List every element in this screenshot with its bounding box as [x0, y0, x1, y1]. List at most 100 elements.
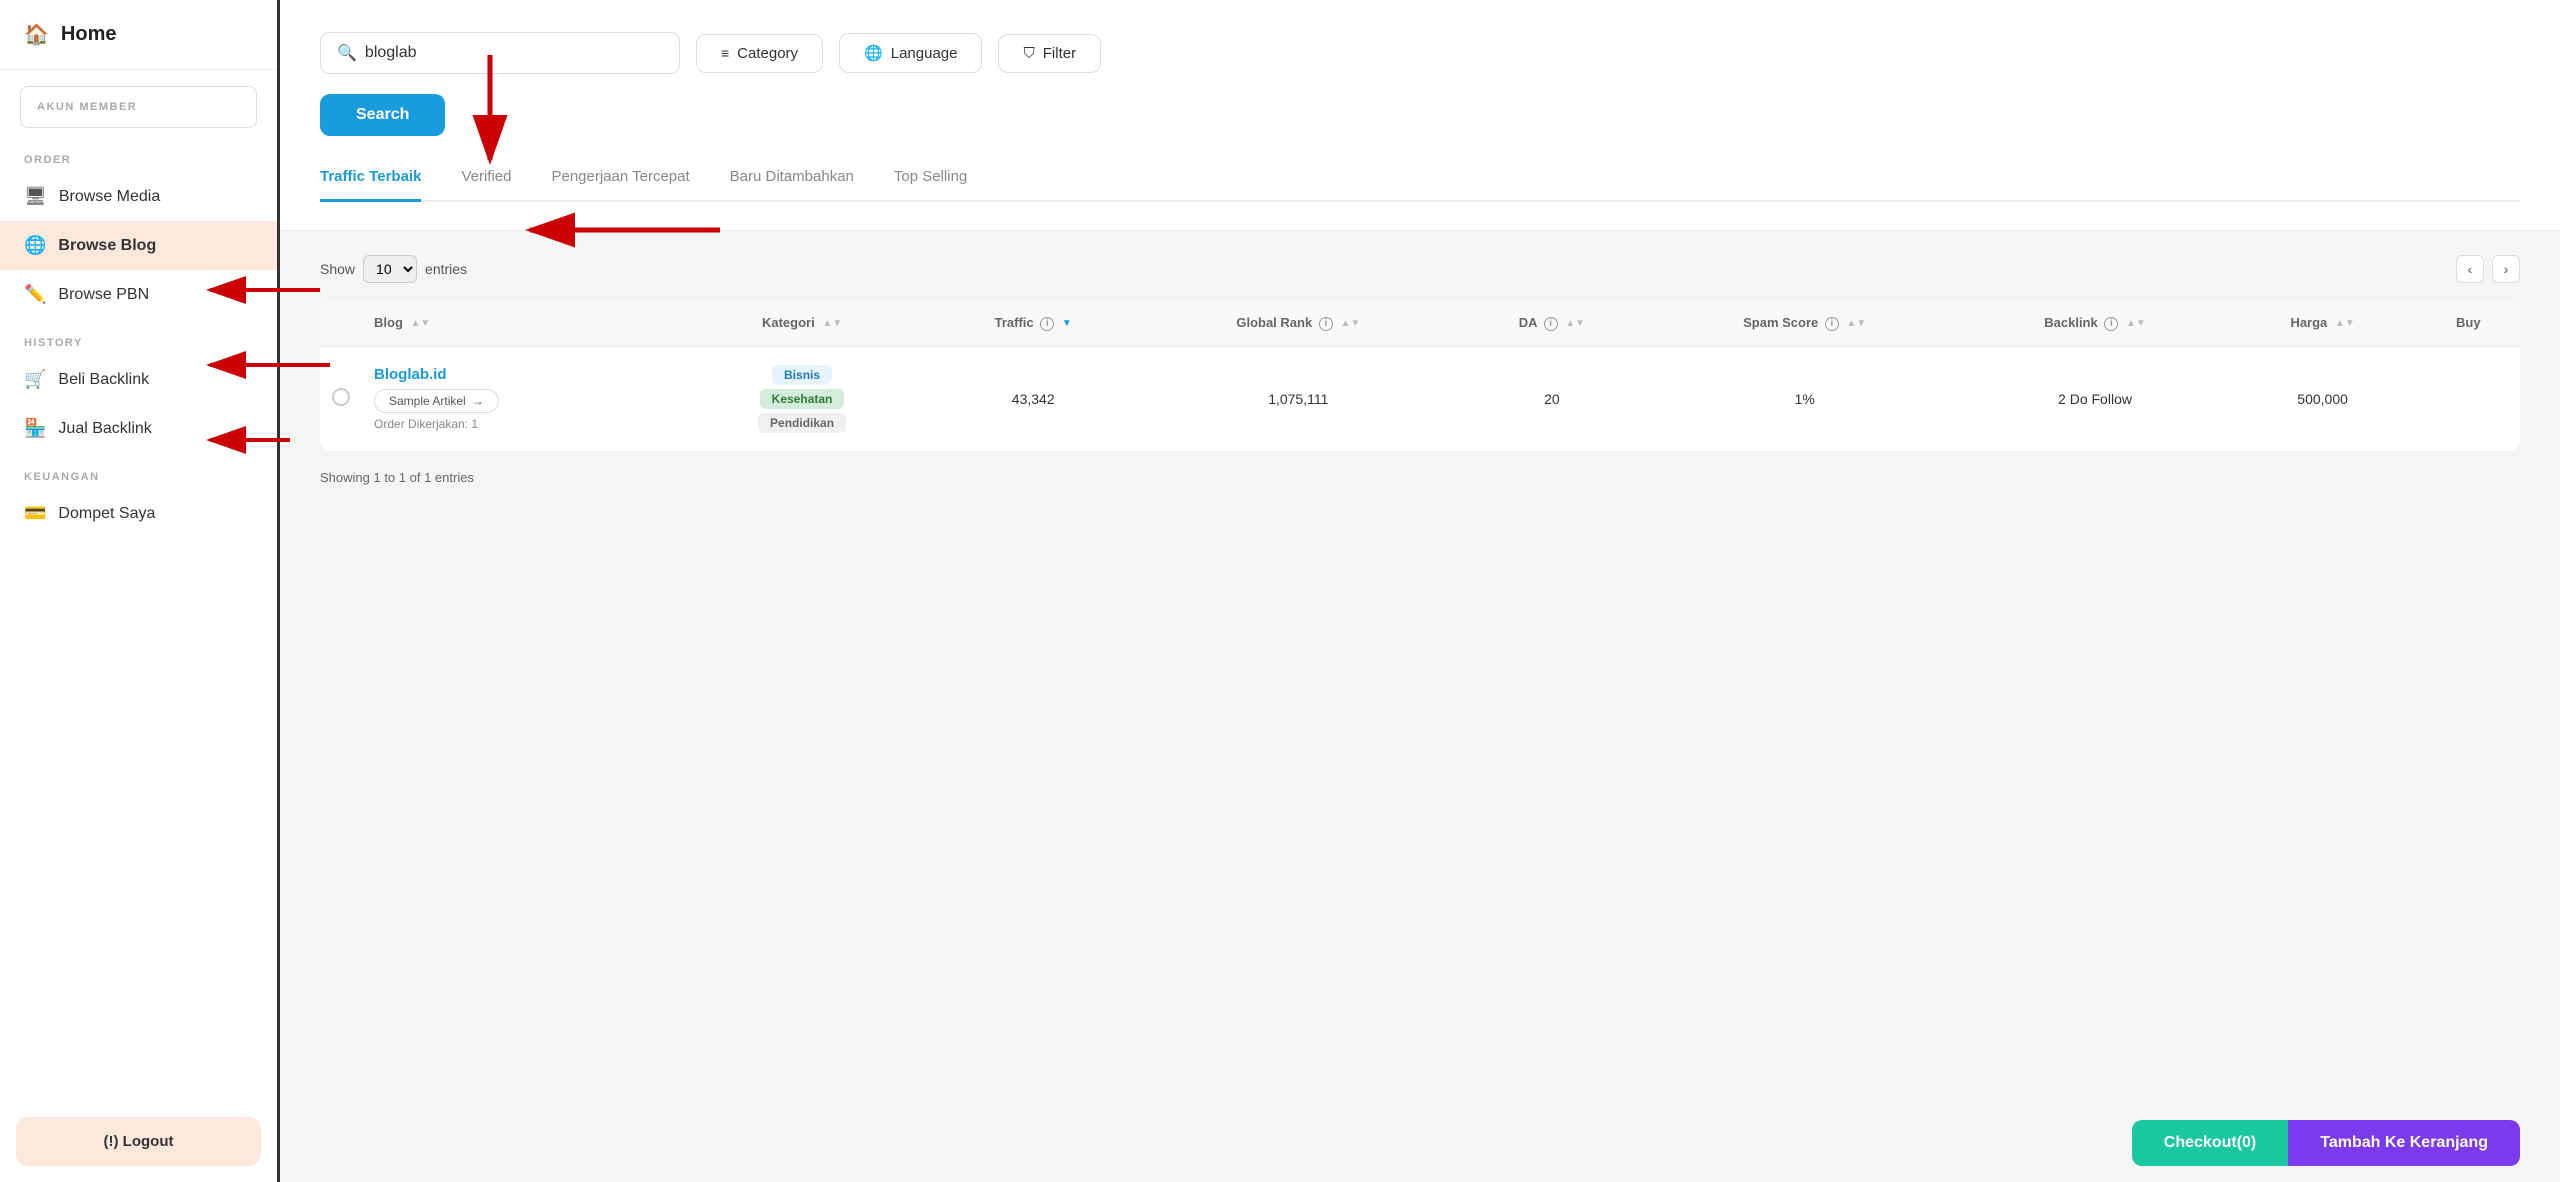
- col-da: DA i ▲▼: [1456, 301, 1648, 346]
- table-row: Bloglab.id Sample Artikel → Order Dikerj…: [320, 346, 2520, 452]
- backlink-cell: 2 Do Follow: [1961, 346, 2228, 452]
- col-global-rank: Global Rank i ▲▼: [1141, 301, 1456, 346]
- global-rank-info-icon: i: [1319, 317, 1333, 331]
- beli-icon: 🛒: [24, 369, 46, 390]
- da-sort-icon[interactable]: ▲▼: [1565, 318, 1585, 329]
- browse-blog-label: Browse Blog: [58, 237, 156, 255]
- language-filter[interactable]: 🌐 Language: [839, 33, 982, 73]
- search-input-wrap: 🔍: [320, 32, 680, 74]
- pagination-row: Showing 1 to 1 of 1 entries: [320, 452, 2520, 485]
- jual-icon: 🏪: [24, 418, 46, 439]
- tabs-row: Traffic Terbaik Verified Pengerjaan Terc…: [320, 168, 2520, 202]
- search-input[interactable]: [365, 44, 663, 62]
- keuangan-section-label: KEUANGAN: [0, 453, 277, 489]
- spam-score-cell: 1%: [1648, 346, 1961, 452]
- main-content: 🔍 ≡ Category 🌐 Language ⛉ Filter Search: [280, 0, 2560, 1182]
- jual-backlink-label: Jual Backlink: [58, 420, 151, 438]
- browse-pbn-label: Browse PBN: [58, 286, 149, 304]
- traffic-info-icon: i: [1040, 317, 1054, 331]
- buy-cell: [2417, 346, 2520, 452]
- sidebar-item-dompet[interactable]: 💳 Dompet Saya: [0, 489, 277, 538]
- harga-cell: 500,000: [2229, 346, 2417, 452]
- language-icon: 🌐: [864, 44, 883, 62]
- spam-score-sort-icon[interactable]: ▲▼: [1847, 318, 1867, 329]
- blog-table: Blog ▲▼ Kategori ▲▼ Traffic i ▼ Global R…: [320, 301, 2520, 452]
- sidebar-item-beli-backlink[interactable]: 🛒 Beli Backlink: [0, 355, 277, 404]
- account-member-box: AKUN MEMBER: [20, 86, 257, 128]
- spam-score-info-icon: i: [1825, 317, 1839, 331]
- next-page-button[interactable]: ›: [2492, 255, 2520, 283]
- blog-sort-icon[interactable]: ▲▼: [411, 318, 431, 329]
- search-row: 🔍 ≡ Category 🌐 Language ⛉ Filter: [320, 32, 2520, 74]
- show-entries-row: Show 10 25 50 entries ‹ ›: [320, 255, 2520, 283]
- search-icon: 🔍: [337, 43, 357, 63]
- sample-artikel-button[interactable]: Sample Artikel →: [374, 389, 499, 413]
- entries-label: entries: [425, 261, 467, 277]
- prev-page-button[interactable]: ‹: [2456, 255, 2484, 283]
- tab-top-selling[interactable]: Top Selling: [894, 168, 967, 202]
- blog-link[interactable]: Bloglab.id: [374, 366, 447, 383]
- sidebar-item-browse-pbn[interactable]: ✏️ Browse PBN: [0, 270, 277, 319]
- order-section-label: ORDER: [0, 136, 277, 172]
- dompet-label: Dompet Saya: [58, 505, 155, 523]
- kategori-sort-icon[interactable]: ▲▼: [822, 318, 842, 329]
- filter-button[interactable]: ⛉ Filter: [998, 34, 1101, 73]
- da-cell: 20: [1456, 346, 1648, 452]
- sidebar-item-browse-media[interactable]: 🖥 Browse Media: [0, 172, 277, 221]
- sidebar-item-jual-backlink[interactable]: 🏪 Jual Backlink: [0, 404, 277, 453]
- category-label: Category: [737, 45, 798, 62]
- backlink-info-icon: i: [2104, 317, 2118, 331]
- arrow-right-icon: →: [472, 394, 484, 408]
- beli-backlink-label: Beli Backlink: [58, 371, 149, 389]
- home-icon: 🏠: [24, 22, 49, 47]
- pagination-label: Showing 1 to 1 of 1 entries: [320, 470, 474, 485]
- order-count: Order Dikerjakan: 1: [374, 417, 478, 431]
- monitor-icon: 🖥: [24, 186, 47, 207]
- home-label: Home: [61, 23, 117, 46]
- funnel-icon: ⛉: [1023, 45, 1034, 62]
- history-section-label: HISTORY: [0, 319, 277, 355]
- sidebar: 🏠 Home AKUN MEMBER ORDER 🖥 Browse Media …: [0, 0, 280, 1182]
- logout-button[interactable]: (!) Logout: [16, 1117, 261, 1166]
- kategori-cell: Bisnis Kesehatan Pendidikan: [679, 346, 926, 452]
- harga-sort-icon[interactable]: ▲▼: [2335, 318, 2355, 329]
- filter-label: Filter: [1043, 45, 1076, 62]
- show-label: Show: [320, 261, 355, 277]
- da-info-icon: i: [1544, 317, 1558, 331]
- tag-pendidikan: Pendidikan: [758, 413, 846, 433]
- tambah-keranjang-button[interactable]: Tambah Ke Keranjang: [2288, 1120, 2520, 1166]
- globe-icon: 🌐: [24, 235, 46, 256]
- checkout-button[interactable]: Checkout(0): [2132, 1120, 2288, 1166]
- sidebar-home[interactable]: 🏠 Home: [0, 0, 277, 70]
- pbn-icon: ✏️: [24, 284, 46, 305]
- tab-pengerjaan-tercepat[interactable]: Pengerjaan Tercepat: [551, 168, 689, 202]
- col-traffic: Traffic i ▼: [926, 301, 1141, 346]
- traffic-cell: 43,342: [926, 346, 1141, 452]
- tag-kesehatan: Kesehatan: [760, 389, 845, 409]
- traffic-sort-icon[interactable]: ▼: [1062, 318, 1072, 329]
- global-rank-sort-icon[interactable]: ▲▼: [1340, 318, 1360, 329]
- table-section: Show 10 25 50 entries ‹ › Blog ▲▼: [280, 231, 2560, 509]
- blog-cell: Bloglab.id Sample Artikel → Order Dikerj…: [362, 346, 679, 452]
- category-filter[interactable]: ≡ Category: [696, 34, 823, 73]
- col-blog: Blog ▲▼: [362, 301, 679, 346]
- tag-bisnis: Bisnis: [772, 365, 832, 385]
- entries-select[interactable]: 10 25 50: [363, 255, 417, 283]
- search-button[interactable]: Search: [320, 94, 445, 136]
- language-label: Language: [891, 45, 958, 62]
- tab-verified[interactable]: Verified: [461, 168, 511, 202]
- col-kategori: Kategori ▲▼: [679, 301, 926, 346]
- tab-baru-ditambahkan[interactable]: Baru Ditambahkan: [730, 168, 854, 202]
- col-harga: Harga ▲▼: [2229, 301, 2417, 346]
- col-spam-score: Spam Score i ▲▼: [1648, 301, 1961, 346]
- tab-traffic-terbaik[interactable]: Traffic Terbaik: [320, 168, 421, 202]
- row-radio[interactable]: [332, 388, 350, 406]
- col-buy: Buy: [2417, 301, 2520, 346]
- sidebar-item-browse-blog[interactable]: 🌐 Browse Blog: [0, 221, 277, 270]
- backlink-sort-icon[interactable]: ▲▼: [2126, 318, 2146, 329]
- search-section: 🔍 ≡ Category 🌐 Language ⛉ Filter Search: [280, 0, 2560, 231]
- wallet-icon: 💳: [24, 503, 46, 524]
- logout-label: (!) Logout: [104, 1133, 174, 1150]
- filter-lines-icon: ≡: [721, 45, 729, 61]
- account-label: AKUN MEMBER: [37, 101, 240, 113]
